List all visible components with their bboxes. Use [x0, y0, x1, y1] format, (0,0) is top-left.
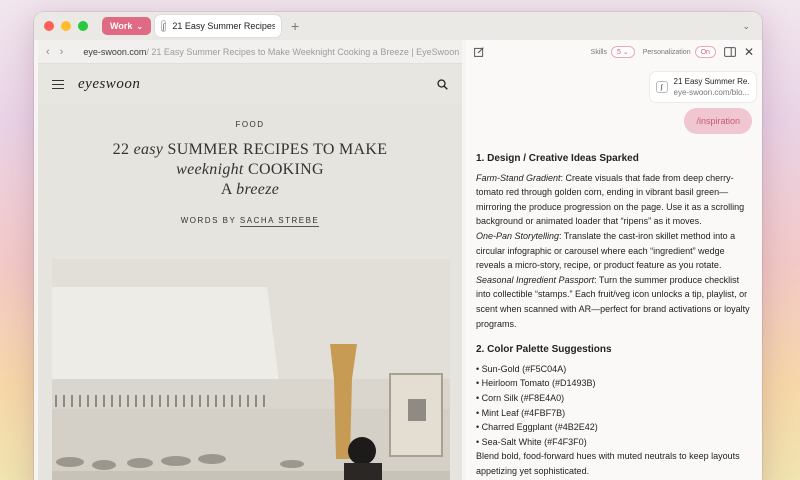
site-logo[interactable]: eyeswoon [78, 76, 140, 93]
title-italic-2: weeknight [176, 161, 244, 178]
assistant-toolbar: Skills 5 ⌄ Personalization On ✕ [466, 40, 762, 64]
personalization-toggle[interactable]: On [694, 46, 716, 58]
compose-icon[interactable] [474, 47, 484, 57]
back-arrow-icon[interactable]: ‹ [46, 46, 50, 58]
kitchen-photo [52, 259, 450, 480]
palette-item: • Sea-Salt White (#F4F3F0) [476, 436, 587, 447]
personalization-control[interactable]: Personalization On [643, 46, 716, 58]
web-page-pane: ‹ › eye-swoon.com/ 21 Easy Summer Recipe… [38, 40, 462, 480]
palette-item: • Mint Leaf (#4FBF7B) [476, 407, 566, 418]
article-header: FOOD 22 easy SUMMER RECIPES TO MAKE week… [38, 104, 462, 480]
eyeswoon-favicon-icon: ʃ [656, 81, 668, 93]
idea-term: One-Pan Storytelling [476, 230, 560, 241]
forward-arrow-icon[interactable]: › [60, 46, 64, 58]
title-line3: A [220, 181, 232, 198]
idea-term: Seasonal Ingredient Passport [476, 274, 595, 285]
assistant-panel: Skills 5 ⌄ Personalization On ✕ ʃ 21 Eas… [466, 40, 762, 480]
byline-prefix: WORDS BY [180, 216, 237, 225]
palette-item: • Corn Silk (#F8E4A0) [476, 392, 565, 403]
browser-window: Work ⌄ ʃ 21 Easy Summer Recipes to Make … [34, 12, 762, 480]
url-text[interactable]: eye-swoon.com/ 21 Easy Summer Recipes to… [83, 47, 459, 57]
context-card-title: 21 Easy Summer Re... [673, 77, 751, 86]
assistant-response: 1. Design / Creative Ideas Sparked Farm-… [476, 152, 754, 478]
close-window-button[interactable] [44, 21, 54, 31]
window-controls [44, 21, 88, 31]
skills-count-badge[interactable]: 5 ⌄ [611, 46, 635, 58]
eyeswoon-favicon-icon: ʃ [161, 20, 167, 32]
zoom-window-button[interactable] [78, 21, 88, 31]
article-byline: WORDS BY SACHA STREBE [38, 216, 462, 227]
site-header: eyeswoon [38, 64, 462, 104]
search-icon[interactable] [437, 78, 448, 90]
article-title: 22 easy SUMMER RECIPES TO MAKE weeknight… [38, 140, 462, 200]
palette-item: • Sun-Gold (#F5C04A) [476, 363, 567, 374]
article-category[interactable]: FOOD [38, 120, 462, 129]
tab-title: 21 Easy Summer Recipes to Make Weeknight… [172, 21, 276, 31]
context-card-text: 21 Easy Summer Re... eye-swoon.com/blo..… [674, 76, 751, 98]
title-line1: SUMMER RECIPES TO MAKE [167, 141, 388, 158]
idea-term: Farm-Stand Gradient [476, 172, 561, 183]
tab-overview-chevron-icon[interactable]: ⌄ [742, 21, 750, 32]
skills-control[interactable]: Skills 5 ⌄ [591, 46, 635, 58]
title-number: 22 [112, 141, 130, 158]
url-host: eye-swoon.com [83, 46, 147, 57]
hamburger-menu-icon[interactable] [52, 79, 64, 89]
minimize-window-button[interactable] [61, 21, 71, 31]
palette-closing: Blend bold, food-forward hues with muted… [476, 451, 740, 476]
idea-item: Farm-Stand Gradient: Create visuals that… [476, 171, 754, 229]
title-italic-3: breeze [236, 181, 280, 198]
skills-count: 5 [617, 48, 621, 56]
address-bar[interactable]: ‹ › eye-swoon.com/ 21 Easy Summer Recipe… [38, 40, 462, 64]
skills-label: Skills [590, 48, 607, 56]
chevron-down-icon: ⌄ [136, 21, 144, 31]
idea-item: One-Pan Storytelling: Translate the cast… [476, 229, 754, 273]
section-heading-palette: 2. Color Palette Suggestions [476, 344, 612, 356]
palette-item: • Heirloom Tomato (#D1493B) [476, 378, 596, 389]
idea-item: Seasonal Ingredient Passport: Turn the s… [476, 273, 754, 331]
user-message-bubble: /inspiration [684, 108, 752, 134]
close-icon[interactable]: ✕ [744, 45, 754, 59]
context-card-url: eye-swoon.com/blo... [673, 88, 750, 97]
url-path: / 21 Easy Summer Recipes to Make Weeknig… [146, 46, 460, 57]
new-tab-button[interactable]: + [291, 18, 299, 34]
author-link[interactable]: SACHA STREBE [239, 216, 320, 227]
hero-image [52, 259, 450, 480]
active-tab[interactable]: ʃ 21 Easy Summer Recipes to Make Weeknig… [155, 15, 282, 37]
sidebar-layout-icon[interactable] [724, 47, 736, 57]
section-heading-ideas: 1. Design / Creative Ideas Sparked [476, 153, 639, 164]
title-italic-1: easy [133, 141, 164, 158]
title-bar: Work ⌄ ʃ 21 Easy Summer Recipes to Make … [34, 12, 762, 40]
palette-item: • Charred Eggplant (#4B2E42) [476, 422, 598, 433]
title-line2: COOKING [248, 161, 324, 178]
assistant-controls: Skills 5 ⌄ Personalization On ✕ [591, 45, 754, 59]
personalization-label: Personalization [642, 48, 691, 56]
profile-switcher[interactable]: Work ⌄ [102, 17, 152, 35]
profile-label: Work [110, 21, 133, 31]
page-context-card[interactable]: ʃ 21 Easy Summer Re... eye-swoon.com/blo… [650, 72, 756, 102]
